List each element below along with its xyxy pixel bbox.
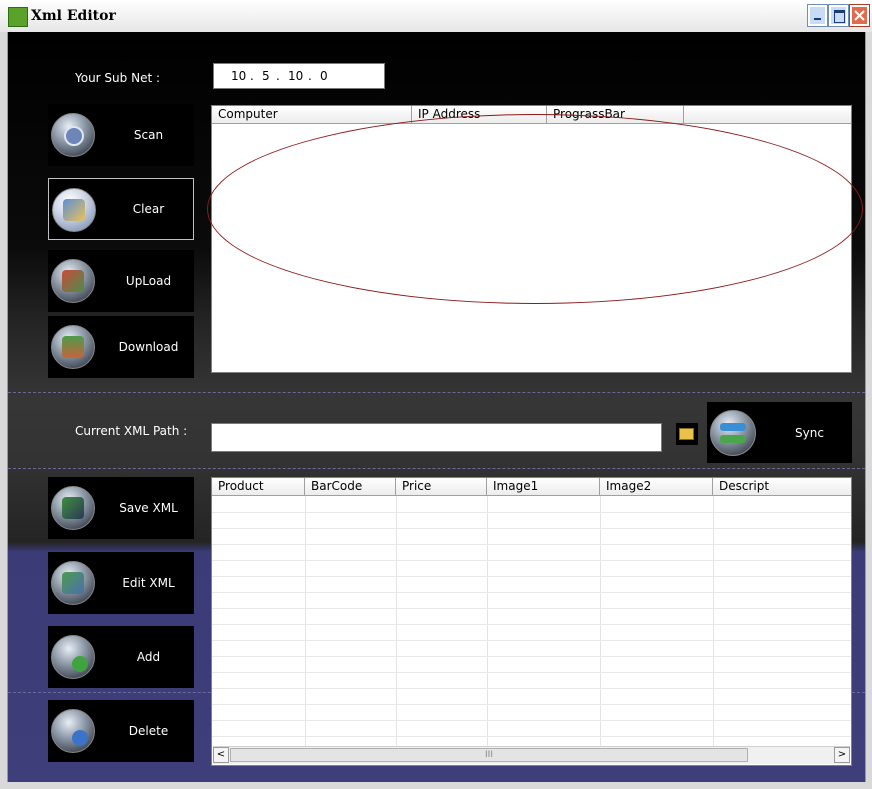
table-row[interactable] — [212, 512, 851, 513]
divider-line — [8, 468, 865, 469]
minimize-button[interactable] — [807, 4, 828, 27]
scan-label: Scan — [133, 128, 164, 142]
subnet-ip-input[interactable]: 10 . 5 . 10 . 0 — [213, 63, 385, 89]
column-header-image2[interactable]: Image2 — [600, 478, 713, 496]
clear-button[interactable]: Clear — [48, 178, 194, 240]
maximize-button[interactable] — [828, 4, 849, 27]
ip-dot: . — [308, 69, 312, 83]
column-header-progress-bar[interactable]: PrograssBar — [547, 106, 684, 124]
sync-icon — [710, 410, 756, 456]
grid-line — [396, 496, 397, 746]
table-row[interactable] — [212, 688, 851, 689]
close-button[interactable] — [849, 4, 870, 27]
divider-line — [8, 392, 865, 393]
download-icon — [51, 325, 95, 369]
grid-line — [600, 496, 601, 746]
ip-dot: . — [276, 69, 280, 83]
add-label: Add — [136, 650, 161, 664]
clear-label: Clear — [132, 202, 165, 216]
scroll-right-button[interactable]: > — [834, 747, 850, 763]
computers-table[interactable]: Computer IP Address PrograssBar — [211, 105, 852, 373]
client-area: Your Sub Net : 10 . 5 . 10 . 0 Scan Clea… — [8, 32, 865, 782]
save-xml-label: Save XML — [119, 501, 178, 515]
column-header-ip-address[interactable]: IP Address — [412, 106, 547, 124]
column-header-image1[interactable]: Image1 — [487, 478, 600, 496]
scan-icon — [51, 113, 95, 157]
browse-folder-button[interactable] — [676, 423, 698, 445]
table-row[interactable] — [212, 576, 851, 577]
table-row[interactable] — [212, 560, 851, 561]
table-row[interactable] — [212, 608, 851, 609]
grid-line — [305, 496, 306, 746]
edit-xml-label: Edit XML — [122, 576, 175, 590]
scan-button[interactable]: Scan — [48, 104, 194, 166]
add-button[interactable]: Add — [48, 626, 194, 688]
window-title: Xml Editor — [31, 8, 116, 24]
table-row[interactable] — [212, 624, 851, 625]
table-row[interactable] — [212, 640, 851, 641]
grid-line — [713, 496, 714, 746]
xml-editor-window: Xml Editor Your Sub Net : 10 . 5 . 10 . … — [0, 0, 872, 789]
table-row[interactable] — [212, 656, 851, 657]
delete-button[interactable]: Delete — [48, 700, 194, 762]
table-row[interactable] — [212, 544, 851, 545]
xml-path-input[interactable] — [211, 423, 662, 452]
edit-xml-icon — [51, 561, 95, 605]
sync-button[interactable]: Sync — [707, 402, 852, 463]
upload-icon — [51, 259, 95, 303]
scroll-left-button[interactable]: < — [213, 747, 229, 763]
column-header-computer[interactable]: Computer — [212, 106, 412, 124]
ip-octet-2[interactable]: 5 — [262, 69, 270, 83]
save-xml-icon — [51, 486, 95, 530]
ip-octet-4[interactable]: 0 — [320, 69, 328, 83]
ip-octet-3[interactable]: 10 — [288, 69, 303, 83]
xml-path-label: Current XML Path : — [75, 424, 188, 438]
table-row[interactable] — [212, 736, 851, 737]
window-frame-right — [865, 32, 872, 789]
download-label: Download — [118, 340, 179, 354]
ip-dot: . — [250, 69, 254, 83]
edit-xml-button[interactable]: Edit XML — [48, 552, 194, 614]
column-header-descript[interactable]: Descript — [713, 478, 851, 496]
delete-label: Delete — [128, 724, 169, 738]
upload-button[interactable]: UpLoad — [48, 250, 194, 312]
horizontal-scrollbar[interactable]: < III > — [213, 746, 850, 764]
column-header-blank[interactable] — [684, 106, 851, 124]
download-button[interactable]: Download — [48, 316, 194, 378]
scroll-thumb[interactable]: III — [230, 748, 748, 762]
delete-icon — [51, 709, 95, 753]
add-icon — [51, 635, 95, 679]
column-header-price[interactable]: Price — [396, 478, 487, 496]
save-xml-button[interactable]: Save XML — [48, 477, 194, 539]
column-header-product[interactable]: Product — [212, 478, 305, 496]
table-row[interactable] — [212, 720, 851, 721]
window-frame-bottom — [0, 782, 872, 789]
grid-line — [487, 496, 488, 746]
table-row[interactable] — [212, 592, 851, 593]
column-header-barcode[interactable]: BarCode — [305, 478, 396, 496]
upload-label: UpLoad — [125, 274, 172, 288]
folder-icon — [679, 428, 694, 440]
close-icon — [854, 10, 865, 21]
subnet-label: Your Sub Net : — [75, 71, 161, 85]
sync-label: Sync — [795, 425, 824, 440]
ip-octet-1[interactable]: 10 — [231, 69, 246, 83]
table-row[interactable] — [212, 528, 851, 529]
table-row[interactable] — [212, 704, 851, 705]
window-frame-left — [0, 32, 8, 789]
clear-icon — [52, 188, 96, 232]
products-table[interactable]: Product BarCode Price Image1 Image2 Desc… — [211, 477, 852, 766]
title-bar[interactable]: Xml Editor — [0, 0, 872, 33]
xml-app-icon — [8, 7, 28, 27]
table-row[interactable] — [212, 672, 851, 673]
